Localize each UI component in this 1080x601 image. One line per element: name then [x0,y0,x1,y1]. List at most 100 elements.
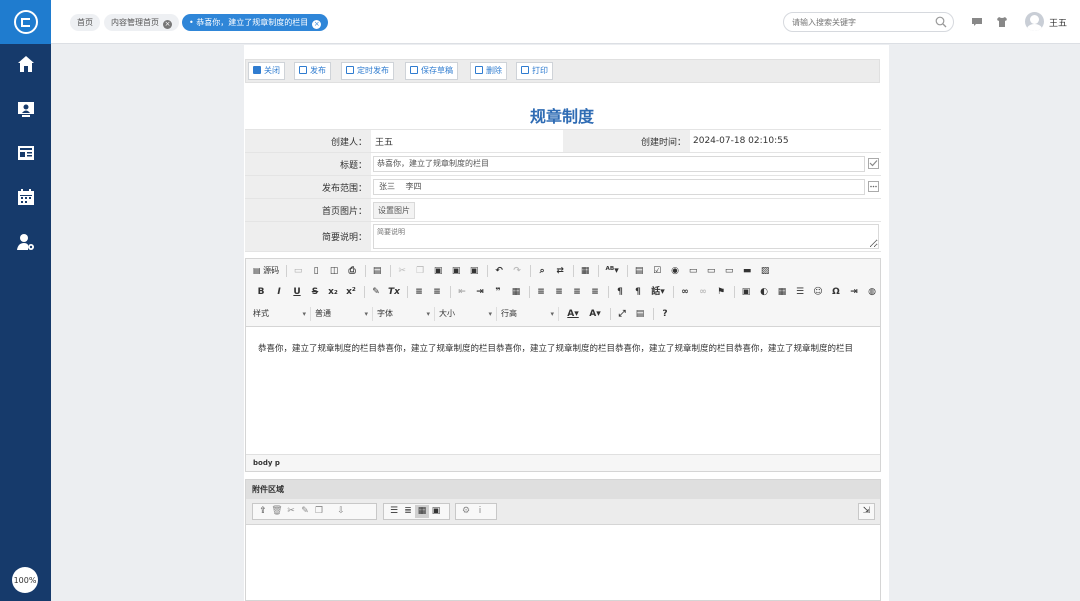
underline-icon[interactable]: U [289,284,305,300]
help-icon[interactable]: ? [657,306,673,322]
source-button[interactable]: ▤ 源码 [253,263,279,279]
textfield-icon[interactable]: ▭ [685,263,701,279]
spellcheck-icon[interactable]: ᴬᴮ▾ [602,263,622,279]
link-icon[interactable]: ∞ [677,284,693,300]
nav-user-settings[interactable] [0,222,51,262]
preview-icon[interactable]: ◫ [326,263,342,279]
download-icon[interactable]: ⇩ [334,505,348,518]
close-button[interactable]: 关闭 [248,62,285,80]
cut-icon[interactable]: ✂ [394,263,410,279]
more-icon[interactable] [868,181,879,192]
align-left-icon[interactable]: ≡ [533,284,549,300]
publish-button[interactable]: 发布 [294,62,331,80]
form-icon[interactable]: ▤ [631,263,647,279]
zoom-indicator[interactable]: 100% [12,567,38,593]
page-break-icon[interactable]: ⇥ [846,284,862,300]
new-page-icon[interactable]: ▯ [308,263,324,279]
upload-icon[interactable]: ⇪ [256,505,270,518]
schedule-publish-button[interactable]: 定时发布 [341,62,394,80]
button-icon[interactable]: ▬ [739,263,755,279]
print-button[interactable]: 打印 [516,62,553,80]
nav-news[interactable] [0,133,51,173]
settings-icon[interactable]: ⚙ [459,505,473,518]
rtl-icon[interactable]: ¶ [630,284,646,300]
blockquote-icon[interactable]: ❞ [490,284,506,300]
style-combo[interactable]: 样式 [253,307,311,321]
copy-icon[interactable]: ❐ [412,263,428,279]
size-combo[interactable]: 大小 [439,307,497,321]
close-icon[interactable]: × [163,20,172,29]
show-blocks-icon[interactable]: ▤ [632,306,648,322]
paste-text-icon[interactable]: ▣ [448,263,464,279]
format-painter-icon[interactable]: ✎ [368,284,384,300]
maximize-icon[interactable]: ⤢ [614,306,630,322]
search-icon[interactable] [935,16,947,28]
nav-user-screen[interactable] [0,89,51,129]
title-input[interactable]: 恭喜你，建立了规章制度的栏目 [373,156,865,172]
numbered-list-icon[interactable]: ≡ [411,284,427,300]
unlink-icon[interactable]: ∞ [695,284,711,300]
ltr-icon[interactable]: ¶ [612,284,628,300]
save-icon[interactable]: ▭ [290,263,306,279]
align-right-icon[interactable]: ≡ [569,284,585,300]
print-icon[interactable]: ⎙ [344,263,360,279]
undo-icon[interactable]: ↶ [491,263,507,279]
nav-home[interactable] [0,44,51,84]
iframe-icon[interactable]: ◍ [864,284,880,300]
bullet-list-icon[interactable]: ≡ [429,284,445,300]
close-icon[interactable]: × [312,20,322,29]
paste-word-icon[interactable]: ▣ [466,263,482,279]
superscript-icon[interactable]: x² [343,284,359,300]
redo-icon[interactable]: ↷ [509,263,525,279]
remove-format-icon[interactable]: Tx [386,284,402,300]
line-height-combo[interactable]: 行高 [501,307,559,321]
hidden-field-icon[interactable]: ▨ [757,263,773,279]
select-all-icon[interactable]: ▦ [577,263,593,279]
set-image-button[interactable]: 设置图片 [373,202,415,219]
text-color-icon[interactable]: A▾ [563,306,583,322]
replace-icon[interactable]: ⇄ [552,263,568,279]
save-draft-button[interactable]: 保存草稿 [405,62,458,80]
select-icon[interactable]: ▭ [721,263,737,279]
italic-icon[interactable]: I [271,284,287,300]
list-view-icon[interactable]: ☰ [387,505,401,518]
checkbox-icon[interactable] [868,158,879,169]
message-icon[interactable] [971,16,983,28]
align-center-icon[interactable]: ≡ [551,284,567,300]
image-icon[interactable]: ▣ [738,284,754,300]
detail-view-icon[interactable]: ≣ [401,505,415,518]
font-combo[interactable]: 字体 [377,307,435,321]
tab-home[interactable]: 首页 [70,14,100,31]
find-icon[interactable]: ⌕ [534,263,550,279]
app-logo[interactable] [0,0,51,44]
strike-icon[interactable]: S [307,284,323,300]
avatar[interactable] [1025,12,1044,31]
delete-button[interactable]: 删除 [470,62,507,80]
cut-icon[interactable]: ✂ [284,505,298,518]
justify-icon[interactable]: ≡ [587,284,603,300]
special-char-icon[interactable]: Ω [828,284,844,300]
template-icon[interactable]: ▤ [369,263,385,279]
user-name[interactable]: 王五 [1049,16,1067,29]
edit-icon[interactable]: ✎ [298,505,312,518]
flash-icon[interactable]: ◐ [756,284,772,300]
scope-input[interactable]: 张三 李四 [373,179,865,195]
bg-color-icon[interactable]: A▾ [585,306,605,322]
format-combo[interactable]: 普通 [315,307,373,321]
shirt-icon[interactable] [996,16,1008,28]
editor-body[interactable]: 恭喜你，建立了规章制度的栏目恭喜你，建立了规章制度的栏目恭喜你，建立了规章制度的… [246,328,880,454]
horizontal-rule-icon[interactable]: ☰ [792,284,808,300]
tab-content-home[interactable]: 内容管理首页 × [104,14,179,31]
copy-icon[interactable]: ❐ [312,505,326,518]
description-textarea[interactable] [373,224,879,249]
radio-icon[interactable]: ◉ [667,263,683,279]
search-input[interactable] [792,16,932,29]
attachment-expand[interactable]: ⇲ [858,503,875,520]
outdent-icon[interactable]: ⇤ [454,284,470,300]
anchor-icon[interactable]: ⚑ [713,284,729,300]
grid-view-icon[interactable]: ▦ [415,505,429,518]
div-icon[interactable]: ▦ [508,284,524,300]
paste-icon[interactable]: ▣ [430,263,446,279]
tab-current-doc[interactable]: • 恭喜你，建立了规章制度的栏目 × [182,14,329,31]
language-icon[interactable]: 話▾ [648,284,668,300]
